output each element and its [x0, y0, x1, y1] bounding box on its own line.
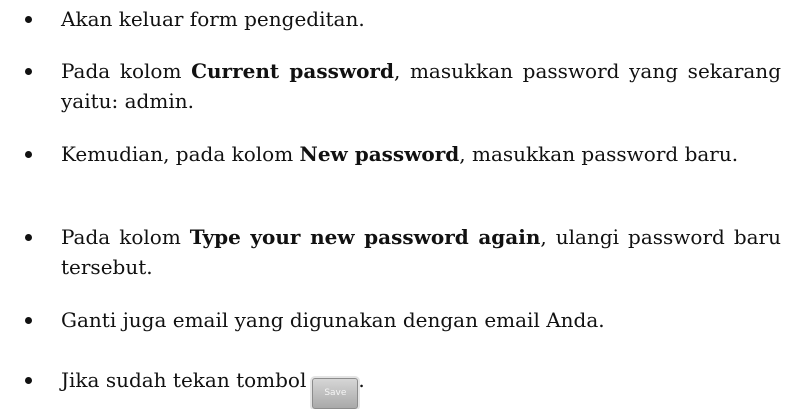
bullet-icon	[25, 68, 32, 75]
item-text: Jika sudah tekan tombolSave.	[61, 365, 781, 409]
bullet-icon	[25, 16, 32, 23]
item-text: Akan keluar form pengeditan.	[61, 4, 781, 34]
bullet-icon	[25, 151, 32, 158]
item-text-after: .	[358, 368, 365, 392]
item-text-plain: Ganti juga email yang digunakan dengan e…	[61, 308, 605, 332]
item-text: Ganti juga email yang digunakan dengan e…	[61, 305, 781, 335]
field-name-type-new-password-again: Type your new password again	[189, 225, 541, 249]
bullet-icon	[25, 317, 32, 324]
item-text-plain: Akan keluar form pengeditan.	[61, 7, 365, 31]
field-name-new-password: New password	[299, 142, 460, 166]
item-text-before: Jika sudah tekan tombol	[61, 368, 307, 392]
item-text-after: , masukkan password baru.	[459, 142, 739, 166]
item-text: Kemudian, pada kolom New password, masuk…	[61, 139, 781, 169]
item-text: Pada kolom Type your new password again,…	[61, 222, 781, 282]
bullet-icon	[25, 377, 32, 384]
save-button[interactable]: Save	[312, 378, 359, 409]
item-text-before: Pada kolom	[61, 59, 192, 83]
item-text-before: Pada kolom	[61, 225, 190, 249]
item-text: Pada kolom Current password, masukkan pa…	[61, 56, 781, 116]
item-text-before: Kemudian, pada kolom	[61, 142, 300, 166]
bullet-icon	[25, 234, 32, 241]
field-name-current-password: Current password	[191, 59, 394, 83]
